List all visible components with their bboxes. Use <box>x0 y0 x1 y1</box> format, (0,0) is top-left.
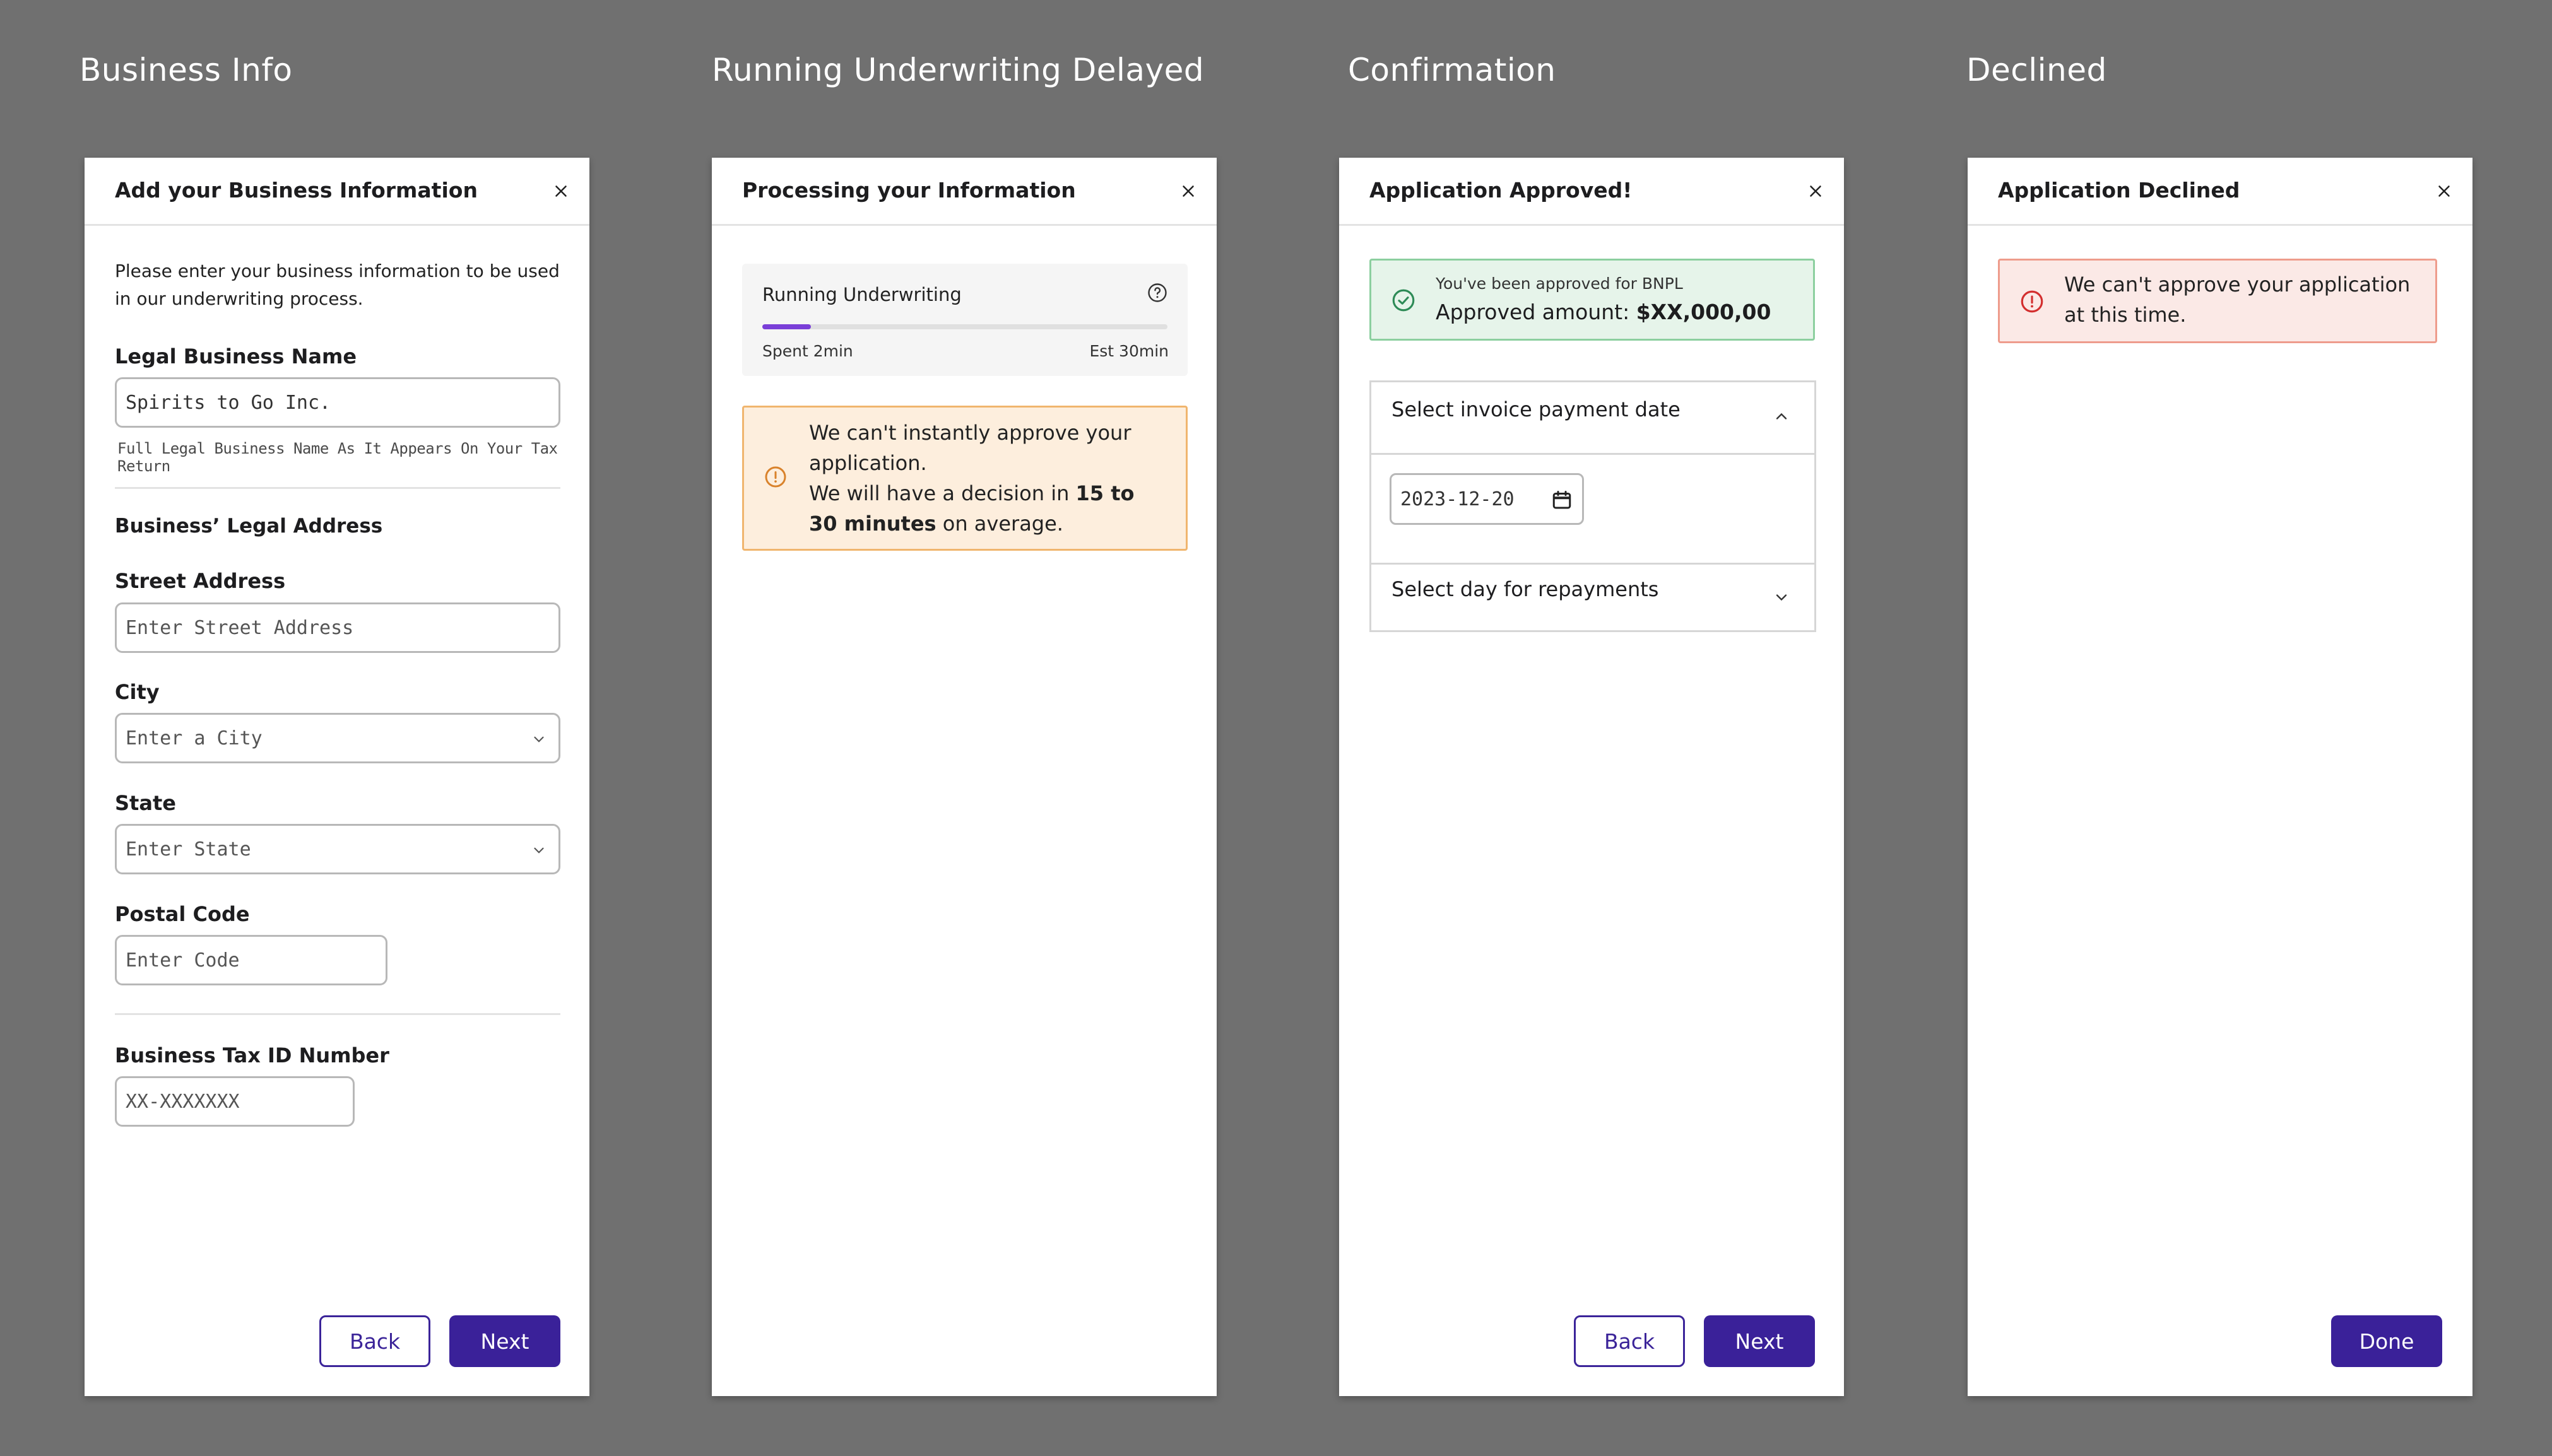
underwriting-title: Running Underwriting <box>762 284 962 305</box>
repayment-title: Select day for repayments <box>1391 577 1659 601</box>
underwriting-card: Running Underwriting Spent 2min Est 30mi… <box>742 264 1188 376</box>
intro-text: Please enter your business information t… <box>115 261 560 309</box>
declined-panel: Application Declined We can't approve yo… <box>1968 158 2472 1396</box>
chevron-up-icon <box>1776 413 1787 420</box>
street-label: Street Address <box>115 569 286 593</box>
calendar-icon[interactable] <box>1551 489 1573 512</box>
legal-name-helper: Full Legal Business Name As It Appears O… <box>117 440 558 475</box>
back-button[interactable]: Back <box>1574 1315 1685 1367</box>
warning-line2-pre: We will have a decision in <box>809 481 1076 505</box>
panel-title: Add your Business Information <box>115 178 478 203</box>
business-info-panel: Add your Business Information Please ent… <box>85 158 589 1396</box>
panel-title: Processing your Information <box>742 178 1076 203</box>
invoice-date-value: 2023-12-20 <box>1400 488 1515 510</box>
street-placeholder: Enter Street Address <box>126 616 354 639</box>
close-button[interactable] <box>2435 182 2454 201</box>
repayment-day-accordion[interactable]: Select day for repayments <box>1369 563 1816 632</box>
back-button[interactable]: Back <box>319 1315 430 1367</box>
decline-banner: We can't approve your application at thi… <box>1998 259 2437 343</box>
next-button[interactable]: Next <box>449 1315 560 1367</box>
legal-name-input[interactable]: Spirits to Go Inc. <box>115 377 560 428</box>
close-button[interactable] <box>1806 182 1825 201</box>
delay-warning: We can't instantly approve your applicat… <box>742 406 1188 551</box>
invoice-date-input[interactable]: 2023-12-20 <box>1390 473 1584 525</box>
panel-title: Application Approved! <box>1369 178 1633 203</box>
warning-text: We can't instantly approve your applicat… <box>809 418 1162 539</box>
street-address-input[interactable]: Enter Street Address <box>115 602 560 653</box>
tax-id-input[interactable]: XX-XXXXXXX <box>115 1076 355 1127</box>
column-title-running-underwriting: Running Underwriting Delayed <box>712 52 1205 88</box>
underwriting-progress-track <box>762 324 1167 329</box>
close-icon <box>555 185 567 197</box>
next-button[interactable]: Next <box>1704 1315 1815 1367</box>
tax-id-label: Business Tax ID Number <box>115 1043 389 1067</box>
close-icon <box>2438 185 2450 197</box>
panel-title: Application Declined <box>1998 178 2240 203</box>
warning-line1: We can't instantly approve your applicat… <box>809 421 1131 475</box>
alert-circle-icon <box>2021 290 2043 313</box>
time-estimate: Est 30min <box>1089 342 1169 360</box>
postal-placeholder: Enter Code <box>126 949 240 972</box>
help-circle-icon[interactable] <box>1146 281 1169 304</box>
done-button[interactable]: Done <box>2331 1315 2442 1367</box>
decline-message: We can't approve your application at thi… <box>2064 273 2411 327</box>
divider <box>115 1013 560 1015</box>
time-spent: Spent 2min <box>762 342 853 360</box>
city-select[interactable]: Enter a City <box>115 713 560 763</box>
approved-subtitle: You've been approved for BNPL <box>1436 274 1683 293</box>
column-title-confirmation: Confirmation <box>1348 52 1556 88</box>
close-button[interactable] <box>552 182 570 201</box>
panel-header: Application Approved! <box>1339 158 1844 226</box>
panel-header: Processing your Information <box>712 158 1217 226</box>
panel-header: Add your Business Information <box>85 158 589 226</box>
state-select[interactable]: Enter State <box>115 824 560 874</box>
divider <box>115 487 560 489</box>
address-section-label: Business’ Legal Address <box>115 515 383 537</box>
tax-id-placeholder: XX-XXXXXXX <box>126 1090 240 1113</box>
alert-circle-icon <box>765 466 786 488</box>
processing-panel: Processing your Information Running Unde… <box>712 158 1217 1396</box>
legal-name-label: Legal Business Name <box>115 344 357 368</box>
column-title-declined: Declined <box>1966 52 2107 88</box>
confirmation-panel: Application Approved! You've been approv… <box>1339 158 1844 1396</box>
approval-banner: You've been approved for BNPL Approved a… <box>1369 259 1815 341</box>
approved-amount-line: Approved amount: $XX,000,00 <box>1436 300 1771 324</box>
close-icon <box>1183 185 1194 197</box>
chevron-down-icon <box>1776 594 1787 601</box>
close-icon <box>1810 185 1821 197</box>
city-placeholder: Enter a City <box>126 727 263 749</box>
invoice-date-accordion-header[interactable]: Select invoice payment date <box>1371 382 1814 455</box>
underwriting-progress-fill <box>762 324 812 329</box>
invoice-date-title: Select invoice payment date <box>1391 397 1681 421</box>
close-button[interactable] <box>1179 182 1198 201</box>
city-label: City <box>115 680 160 704</box>
postal-code-label: Postal Code <box>115 902 250 926</box>
legal-name-value: Spirits to Go Inc. <box>126 391 331 414</box>
check-circle-icon <box>1392 289 1415 312</box>
chevron-down-icon <box>534 736 544 743</box>
approved-amount-label: Approved amount: <box>1436 300 1636 324</box>
warning-line2-post: on average. <box>936 512 1063 536</box>
panel-header: Application Declined <box>1968 158 2472 226</box>
invoice-date-accordion: Select invoice payment date <box>1369 380 1816 565</box>
column-title-business-info: Business Info <box>80 52 293 88</box>
chevron-down-icon <box>534 847 544 854</box>
postal-code-input[interactable]: Enter Code <box>115 935 387 985</box>
state-placeholder: Enter State <box>126 838 251 860</box>
state-label: State <box>115 791 176 815</box>
approved-amount: $XX,000,00 <box>1636 300 1771 324</box>
